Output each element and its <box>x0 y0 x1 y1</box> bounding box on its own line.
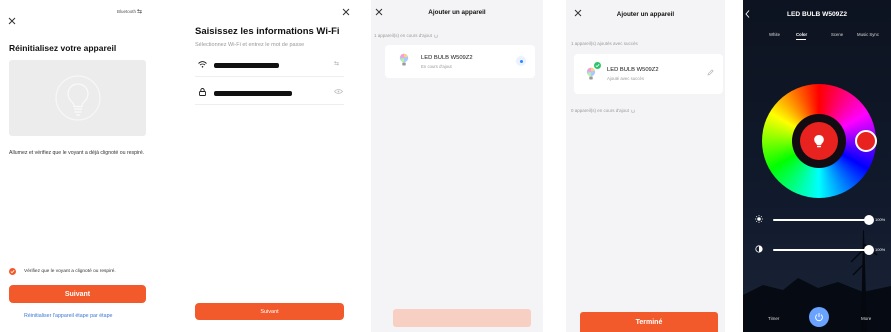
device-name: LED BULB W509Z2 <box>421 55 473 61</box>
saturation-value: 100% <box>875 247 886 252</box>
wifi-icon <box>198 61 207 68</box>
saturation-row: 100% <box>753 244 891 256</box>
device-title: LED BULB W509Z2 <box>786 11 848 18</box>
brightness-fill <box>773 219 869 221</box>
progress-spinner-icon <box>516 56 526 66</box>
device-card[interactable]: LED BULB W509Z2 En cours d'ajout <box>385 45 535 78</box>
tab-white[interactable]: White <box>769 32 780 37</box>
close-icon[interactable] <box>341 7 351 17</box>
brightness-row: 100% <box>753 214 891 226</box>
screen-reset-device: Bluetooth ⇆ Réinitialisez votre appareil… <box>0 0 155 332</box>
device-status: En cours d'ajout <box>421 64 452 69</box>
done-button-disabled <box>393 309 531 327</box>
page-title: Réinitialisez votre appareil <box>9 43 117 53</box>
tab-scene[interactable]: Scene <box>831 32 843 37</box>
page-title: Ajouter un appareil <box>616 11 675 18</box>
redacted-password <box>214 91 292 96</box>
adding-count-text: 1 appareil(s) en cours d'ajout <box>374 33 432 38</box>
confirm-checkbox-row[interactable]: Vérifiez que le voyant a clignoté ou res… <box>9 268 116 275</box>
device-status: Ajouté avec succès <box>607 76 645 81</box>
screen-adding-device: Ajouter un appareil 1 appareil(s) en cou… <box>371 0 543 332</box>
loading-spinner-icon <box>433 33 438 38</box>
bluetooth-label: Bluetooth <box>117 9 137 14</box>
next-button[interactable]: Suivant <box>195 303 344 320</box>
bulb-icon <box>54 75 101 121</box>
lock-icon <box>199 88 206 96</box>
timer-button[interactable]: Timer <box>768 316 779 321</box>
instruction-text: Allumez et vérifiez que le voyant a déjà… <box>9 150 145 156</box>
done-button[interactable]: Terminé <box>580 312 718 332</box>
next-button[interactable]: Suivant <box>9 285 146 303</box>
step-by-step-link[interactable]: Réinitialiser l'appareil étape par étape <box>24 313 112 319</box>
bulb-device-icon <box>586 67 596 81</box>
adding-count-text: 0 appareil(s) en cours d'ajout <box>571 108 629 113</box>
saturation-thumb[interactable] <box>864 245 874 255</box>
device-illustration <box>9 60 146 136</box>
page-subtitle: Sélectionnez Wi-Fi et entrez le mot de p… <box>195 42 305 48</box>
brightness-value: 100% <box>875 217 886 222</box>
screen-device-added: Ajouter un appareil 1 appareil(s) ajouté… <box>566 0 725 332</box>
adding-count: 0 appareil(s) en cours d'ajout <box>571 108 635 113</box>
screen-wifi-info: Saisissez les informations Wi-Fi Sélecti… <box>187 0 352 332</box>
switch-network-icon[interactable]: ⇆ <box>334 60 339 67</box>
brightness-slider[interactable] <box>773 215 874 225</box>
bulb-icon <box>814 135 824 148</box>
power-icon <box>815 313 823 322</box>
success-check-icon <box>594 62 601 69</box>
power-button[interactable] <box>809 307 829 327</box>
device-name: LED BULB W509Z2 <box>607 67 659 73</box>
device-card[interactable]: LED BULB W509Z2 Ajouté avec succès <box>574 54 723 94</box>
tab-color[interactable]: Color <box>796 32 807 37</box>
bluetooth-arrows-icon: ⇆ <box>137 9 143 15</box>
brightness-thumb[interactable] <box>864 215 874 225</box>
bluetooth-toggle[interactable]: Bluetooth ⇆ <box>117 8 142 15</box>
contrast-icon <box>755 245 763 253</box>
redacted-ssid <box>214 63 279 68</box>
screen-bulb-control: LED BULB W509Z2 White Color Scene Music … <box>743 0 891 332</box>
loading-spinner-icon <box>630 108 635 113</box>
confirm-label: Vérifiez que le voyant a clignoté ou res… <box>24 269 116 274</box>
saturation-fill <box>773 249 869 251</box>
check-circle-icon[interactable] <box>9 268 16 275</box>
sun-icon <box>755 215 763 223</box>
eye-icon[interactable] <box>334 89 343 94</box>
more-button[interactable]: More <box>861 316 871 321</box>
bulb-device-icon <box>399 53 409 67</box>
mode-tabs: White Color Scene Music Sync <box>761 32 889 42</box>
bulb-power-button[interactable] <box>800 122 838 160</box>
wifi-password-field[interactable] <box>195 87 344 105</box>
wifi-ssid-field[interactable]: ⇆ <box>195 59 344 77</box>
saturation-slider[interactable] <box>773 245 874 255</box>
page-title: Ajouter un appareil <box>428 9 486 16</box>
added-count: 1 appareil(s) ajoutés avec succès <box>571 41 638 46</box>
close-icon[interactable] <box>7 16 17 26</box>
edit-pencil-icon[interactable] <box>707 69 714 76</box>
tab-active-indicator <box>796 38 806 40</box>
tab-music-sync[interactable]: Music Sync <box>857 32 879 37</box>
page-title: Saisissez les informations Wi-Fi <box>195 26 340 37</box>
adding-count: 1 appareil(s) en cours d'ajout <box>374 33 438 38</box>
color-picker-handle[interactable] <box>855 130 877 152</box>
